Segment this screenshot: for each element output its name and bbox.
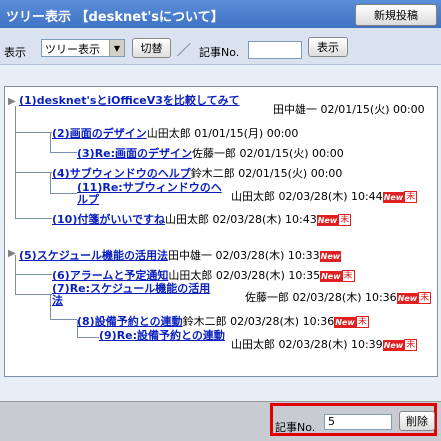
view-mode-value: ツリー表示 [45,43,100,56]
toolbar: 表示 ツリー表示 ▼ 切替 ／ 記事No. 表示 [0,28,441,65]
post-meta: 山田太郎 02/03/28(木) 10:39New 未 [231,336,418,352]
tree-connector [50,173,51,194]
tree-node-9[interactable]: (9)Re:設備予約との連動 [99,330,229,342]
view-mode-select[interactable]: ツリー表示 ▼ [41,39,125,57]
post-link[interactable]: (4)サブウィンドウのヘルプ [52,167,191,180]
tree-node-5[interactable]: (5)スケジュール機能の活用法田中雄一 02/03/28(木) 10:33New [19,247,342,263]
unread-badge: 未 [418,292,432,304]
post-author: 鈴木二郎 [182,315,227,328]
new-badge: New [396,292,419,304]
post-link[interactable]: (5)スケジュール機能の活用法 [19,249,168,262]
new-post-button[interactable]: 新規投稿 [355,4,437,26]
article-no-input[interactable] [248,41,302,59]
tree-connector [15,255,16,295]
tree-connector [15,294,52,295]
new-badge: New [334,316,356,328]
unread-badge: 未 [404,191,418,203]
switch-button[interactable]: 切替 [132,38,171,58]
post-link[interactable]: (9)Re:設備予約との連動 [99,329,225,342]
unread-badge: 未 [404,339,418,351]
post-author: 山田太郎 [168,269,213,282]
tree-connector [50,152,77,153]
tree-connector [77,337,99,338]
tree-node-7[interactable]: (7)Re:スケジュール機能の活用法 [52,283,212,307]
footer-article-no-label: 記事No. [275,421,316,434]
tree-node-2[interactable]: (2)画面のデザイン山田太郎 01/01/15(月) 00:00 [52,125,298,141]
post-meta: 田中雄一 02/01/15(火) 00:00 [273,101,425,117]
tree-node-11[interactable]: (11)Re:サブウィンドウのヘルプ [77,182,227,206]
post-date: 02/03/28(木) 10:44 [278,190,383,203]
post-date: 02/03/28(木) 10:39 [278,338,383,351]
post-link[interactable]: (6)アラームと予定通知 [52,269,168,282]
title-bar: ツリー表示 【desknet'sについて】 新規投稿 [0,0,441,28]
tree-connector [15,106,16,218]
unread-badge: 未 [355,316,369,328]
post-meta: 山田太郎 02/03/28(木) 10:44New 未 [231,188,418,204]
post-link[interactable]: (7)Re:スケジュール機能の活用法 [52,282,210,307]
new-badge: New [382,339,405,351]
post-date: 02/03/28(木) 10:33 [215,249,320,262]
tree-node-4[interactable]: (4)サブウィンドウのヘルプ鈴木二郎 02/01/15(火) 00:00 [52,165,342,181]
post-meta: 佐藤一郎 02/03/28(木) 10:36New 未 [245,289,432,305]
post-link[interactable]: (3)Re:画面のデザイン [77,147,192,160]
post-link[interactable]: (2)画面のデザイン [52,127,147,140]
page-title: ツリー表示 【desknet'sについて】 [6,10,224,25]
post-author: 山田太郎 [231,190,275,203]
tree-panel: ▶ (1)desknet'sとiOfficeV3を比較してみて 田中雄一 02/… [4,86,438,377]
separator: ／ [177,43,191,59]
post-author: 山田太郎 [231,338,275,351]
post-date: 02/01/15(火) 00:00 [320,103,425,116]
delete-button[interactable]: 削除 [399,411,435,431]
post-link[interactable]: (10)付箋がいいですね [52,213,165,226]
tree-node-8[interactable]: (8)設備予約との連動鈴木二郎 02/03/28(木) 10:36New 未 [77,313,369,329]
post-author: 田中雄一 [273,103,317,116]
tree-connector [50,319,77,320]
post-link[interactable]: (8)設備予約との連動 [77,315,183,328]
thread-expand-icon[interactable]: ▶ [8,96,16,107]
post-link[interactable]: (11)Re:サブウィンドウのヘルプ [77,181,222,206]
chevron-down-icon[interactable]: ▼ [109,40,124,56]
post-author: 佐藤一郎 [192,147,237,160]
footer-article-no-input[interactable]: 5 [324,414,392,430]
tree-node-10[interactable]: (10)付箋がいいですね山田太郎 02/03/28(木) 10:43New 未 [52,211,352,227]
unread-badge: 未 [338,214,352,226]
thread-expand-icon[interactable]: ▶ [8,248,16,259]
post-author: 山田太郎 [165,213,210,226]
article-no-label: 記事No. [199,46,240,59]
tree-connector [15,172,52,173]
tree-connector [50,133,51,153]
new-badge: New [316,214,339,226]
tree-node-1[interactable]: (1)desknet'sとiOfficeV3を比較してみて [19,95,259,107]
post-author: 佐藤一郎 [245,291,289,304]
post-date: 02/01/15(火) 00:00 [239,147,344,160]
tree-connector [15,132,52,133]
tree-connector [50,193,77,194]
tree-connector [50,295,51,320]
post-date: 02/03/28(木) 10:36 [292,291,397,304]
tree-node-3[interactable]: (3)Re:画面のデザイン佐藤一郎 02/01/15(火) 00:00 [77,145,344,161]
post-author: 鈴木二郎 [190,167,235,180]
tree-connector [15,218,52,219]
post-date: 01/01/15(月) 00:00 [194,127,299,140]
unread-badge: 未 [341,270,355,282]
new-badge: New [320,270,342,282]
display-label: 表示 [4,46,26,59]
new-badge: New [382,191,405,203]
tree-node-6[interactable]: (6)アラームと予定通知山田太郎 02/03/28(木) 10:35New 未 [52,267,355,283]
post-date: 02/03/28(木) 10:36 [230,315,335,328]
post-author: 田中雄一 [167,249,212,262]
post-date: 02/01/15(火) 00:00 [238,167,343,180]
post-date: 02/03/28(木) 10:35 [215,269,321,282]
post-date: 02/03/28(木) 10:43 [212,213,317,226]
new-badge: New [319,250,342,262]
show-button[interactable]: 表示 [308,37,348,57]
post-author: 山田太郎 [146,127,191,140]
post-link[interactable]: (1)desknet'sとiOfficeV3を比較してみて [19,94,240,107]
tree-connector [15,274,52,275]
